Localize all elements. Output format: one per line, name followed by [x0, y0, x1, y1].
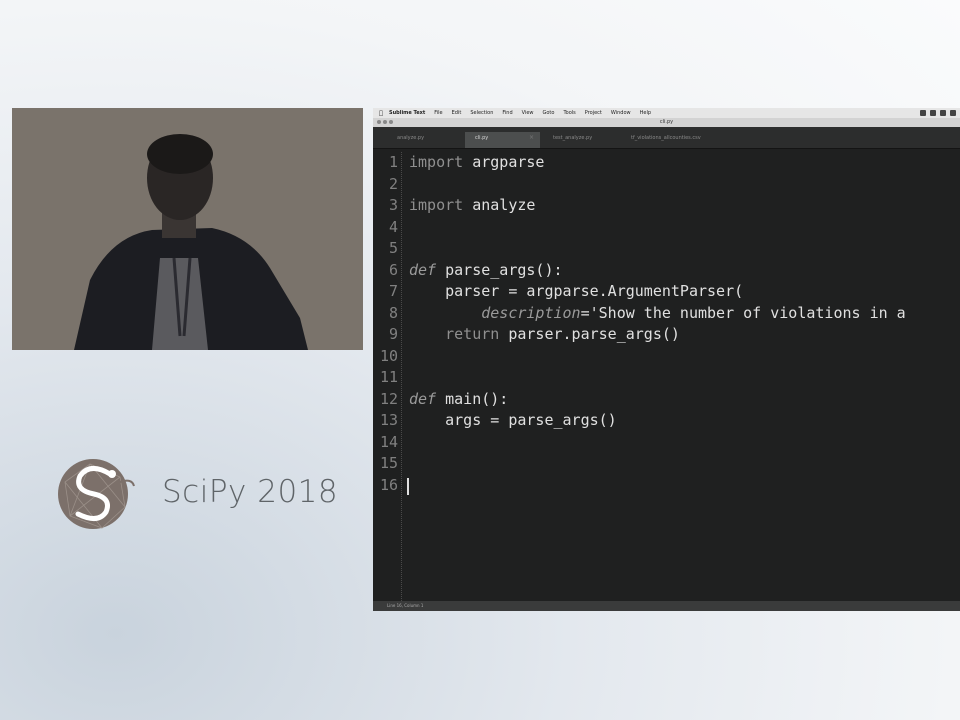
code-text: def parse_args(): [409, 260, 563, 281]
status-bar: Line 16, Column 1 [373, 601, 960, 611]
tab-label: test_analyze.py [553, 135, 593, 141]
tab-label: analyze.py [397, 135, 425, 141]
code-line[interactable]: 5 [373, 238, 960, 259]
menu-item-window[interactable]: Window [611, 110, 631, 116]
code-line[interactable]: 3 import analyze [373, 195, 960, 216]
code-text: import analyze [409, 195, 535, 216]
code-text: description='Show the number of violatio… [409, 303, 906, 324]
code-line[interactable]: 2 [373, 174, 960, 195]
line-number: 7 [388, 282, 398, 300]
code-line[interactable]: 1 import argparse [373, 152, 960, 173]
code-keyword: def [409, 260, 437, 279]
menu-item-project[interactable]: Project [585, 110, 602, 116]
text-cursor [407, 477, 409, 495]
window-titlebar: cli.py [373, 118, 960, 127]
menu-item-tools[interactable]: Tools [563, 110, 575, 116]
scipy-logo: SciPy 2018 [50, 452, 350, 542]
line-number: 11 [379, 368, 398, 386]
code-line[interactable]: 15 [373, 453, 960, 474]
tab-test-analyze-py[interactable]: test_analyze.py [543, 132, 618, 148]
code-line[interactable]: 13 args = parse_args() [373, 410, 960, 431]
menu-item-find[interactable]: Find [502, 110, 512, 116]
menu-item-goto[interactable]: Goto [543, 110, 555, 116]
line-number: 12 [379, 389, 398, 408]
scipy-snake-logo-icon [58, 459, 135, 529]
tab-analyze-py[interactable]: analyze.py [387, 132, 462, 148]
code-token: ='Show the number of violations in a [580, 303, 906, 322]
tray-icon[interactable] [930, 110, 936, 116]
system-tray [920, 110, 960, 116]
line-number: 16 [379, 475, 398, 494]
code-token: argparse [463, 153, 545, 171]
tray-icon[interactable] [940, 110, 946, 116]
menu-item-view[interactable]: View [522, 110, 534, 116]
code-token: parse_args(): [436, 260, 563, 279]
tab-bar: analyze.py cli.py × test_analyze.py tf_v… [373, 127, 960, 149]
code-line[interactable]: 14 [373, 432, 960, 453]
tab-label: cli.py [475, 135, 489, 141]
close-tab-icon[interactable]: × [529, 134, 534, 141]
tab-csv-file[interactable]: tf_violations_allcounties.csv [621, 132, 741, 148]
line-number: 4 [388, 217, 398, 236]
menu-item-sublime-text[interactable]: Sublime Text [389, 110, 425, 116]
code-token: analyze [463, 196, 536, 214]
menu-item-help[interactable]: Help [640, 110, 651, 116]
tray-icon[interactable] [920, 110, 926, 116]
line-number: 2 [388, 174, 398, 193]
code-area[interactable]: 1 import argparse 2 3 import analyze 4 5 6 def p… [373, 152, 960, 601]
code-keyword: import [409, 196, 464, 214]
code-text: return parser.parse_args() [409, 324, 680, 345]
code-line[interactable]: 10 [373, 346, 960, 367]
line-number: 15 [379, 454, 398, 472]
code-keyword: def [409, 389, 437, 408]
code-line[interactable]: 11 [373, 367, 960, 388]
code-keyword: description [481, 303, 581, 322]
code-token: args = parse_args() [409, 411, 617, 429]
code-text: parser = argparse.ArgumentParser( [409, 281, 743, 302]
speaker-silhouette [12, 108, 363, 350]
line-number: 10 [379, 346, 398, 365]
line-number: 6 [388, 260, 398, 279]
line-number: 8 [388, 303, 398, 322]
menu-item-selection[interactable]: Selection [470, 110, 493, 116]
code-token: main(): [436, 389, 509, 408]
menu-item-file[interactable]: File [434, 110, 442, 116]
line-number: 1 [388, 153, 398, 171]
code-text: args = parse_args() [409, 410, 617, 431]
apple-icon[interactable]:  [373, 110, 389, 117]
line-number: 14 [379, 432, 398, 451]
tray-icon[interactable] [950, 110, 956, 116]
window-title: cli.py [659, 119, 674, 125]
code-keyword: import [409, 153, 464, 171]
speaker-video-feed [12, 108, 363, 350]
code-line[interactable]: 4 [373, 217, 960, 238]
line-number: 3 [388, 196, 398, 214]
logo-text: SciPy 2018 [162, 474, 339, 510]
menu-bar:  Sublime Text File Edit Selection Find … [373, 108, 960, 118]
tab-label: tf_violations_allcounties.csv [631, 135, 701, 141]
code-line[interactable]: 8 description='Show the number of violat… [373, 303, 960, 324]
code-line[interactable]: 16 [373, 475, 960, 496]
line-number: 5 [388, 239, 398, 257]
line-number: 9 [388, 325, 398, 343]
menu-item-edit[interactable]: Edit [452, 110, 462, 116]
code-keyword: return [445, 325, 500, 343]
code-editor-window:  Sublime Text File Edit Selection Find … [373, 108, 960, 611]
code-text: import argparse [409, 152, 544, 173]
code-line[interactable]: 7 parser = argparse.ArgumentParser( [373, 281, 960, 302]
code-line[interactable]: 9 return parser.parse_args() [373, 324, 960, 345]
code-text: def main(): [409, 389, 508, 410]
code-token: parser = argparse.ArgumentParser( [409, 282, 744, 300]
code-line[interactable]: 6 def parse_args(): [373, 260, 960, 281]
code-line[interactable]: 12 def main(): [373, 389, 960, 410]
tab-cli-py[interactable]: cli.py × [465, 132, 540, 148]
line-number: 13 [379, 411, 398, 429]
code-token: parser.parse_args() [499, 325, 680, 343]
